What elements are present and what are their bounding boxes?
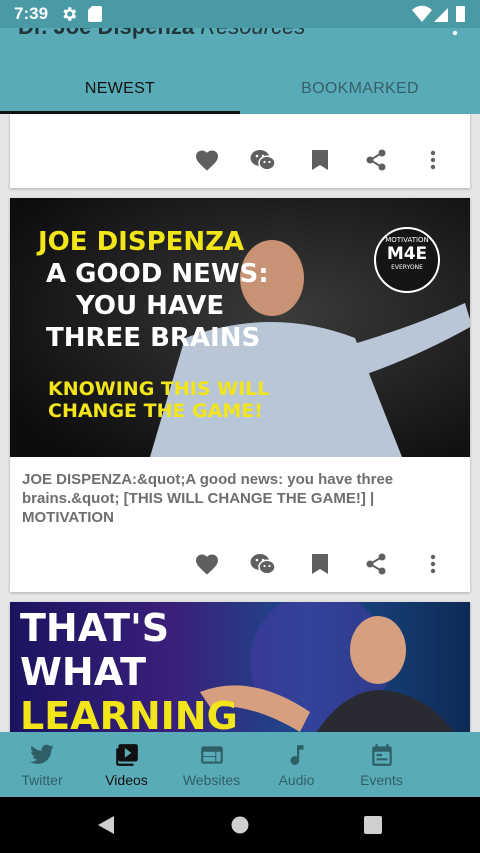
sd-card-icon <box>88 6 102 22</box>
bookmark-icon <box>312 150 328 170</box>
thumbnail-text: JOE DISPENZA A GOOD NEWS: YOU HAVE THREE… <box>38 226 269 422</box>
back-icon[interactable] <box>96 815 116 835</box>
bookmark-button[interactable] <box>306 146 334 174</box>
more-vert-icon <box>430 150 436 170</box>
like-button[interactable] <box>193 550 221 578</box>
channel-badge: MOTIVATION M4E EVERYONE <box>375 236 439 271</box>
wifi-icon <box>412 5 432 22</box>
nav-audio-label: Audio <box>278 772 315 788</box>
nav-twitter-label: Twitter <box>21 772 63 788</box>
nav-websites[interactable]: Websites <box>169 732 254 797</box>
share-button[interactable] <box>362 550 390 578</box>
tab-bookmarked[interactable]: BOOKMARKED <box>240 66 480 112</box>
web-icon <box>200 746 223 764</box>
share-icon <box>366 553 386 575</box>
share-icon <box>366 149 386 171</box>
tab-bar: NEWEST BOOKMARKED <box>0 66 480 114</box>
more-vert-icon <box>430 554 436 574</box>
thumbnail-line: KNOWING THIS WILL <box>48 378 270 400</box>
thumbnail-line: A GOOD NEWS: <box>46 259 269 289</box>
tab-bookmarked-label: BOOKMARKED <box>301 80 419 97</box>
video-library-icon <box>115 744 138 766</box>
card-more-button[interactable] <box>419 550 447 578</box>
thumbnail-line: CHANGE THE GAME! <box>48 400 263 422</box>
heart-icon <box>196 150 218 171</box>
app-bar: Dr. Joe Dispenza Resources NEWEST BOOKMA… <box>0 28 480 114</box>
app-title-suffix: Resources <box>194 28 305 39</box>
thumbnail-line: JOE DISPENZA <box>38 227 245 257</box>
nav-videos-label: Videos <box>105 772 148 788</box>
like-button[interactable] <box>193 146 221 174</box>
wechat-share-button[interactable] <box>249 550 277 578</box>
battery-icon <box>456 6 465 22</box>
app-title-main: Dr. Joe Dispenza <box>18 28 194 39</box>
system-navigation-bar <box>0 797 480 853</box>
nav-videos[interactable]: Videos <box>84 732 169 797</box>
heart-icon <box>196 554 218 575</box>
calendar-icon <box>371 744 392 766</box>
badge-bottom: EVERYONE <box>391 264 423 271</box>
share-button[interactable] <box>362 146 390 174</box>
bottom-navigation: Twitter Videos Websites Audio Events <box>0 732 480 797</box>
settings-gear-icon <box>63 7 77 21</box>
thumbnail-line: THREE BRAINS <box>46 323 261 353</box>
thumbnail-line: LEARNING <box>20 694 238 732</box>
nav-websites-label: Websites <box>182 772 241 788</box>
nav-events[interactable]: Events <box>339 732 424 797</box>
video-card[interactable]: JOE DISPENZA A GOOD NEWS: YOU HAVE THREE… <box>10 198 470 592</box>
video-thumbnail[interactable]: JOE DISPENZA A GOOD NEWS: YOU HAVE THREE… <box>10 198 470 457</box>
signal-icon <box>434 8 448 22</box>
bookmark-icon <box>312 554 328 574</box>
wechat-share-button[interactable] <box>249 146 277 174</box>
status-time: 7:39 <box>14 4 49 23</box>
thumbnail-line: WHAT <box>20 650 147 694</box>
nav-events-label: Events <box>360 772 403 788</box>
wechat-icon <box>250 150 276 171</box>
badge-top: MOTIVATION <box>385 236 429 244</box>
recents-icon[interactable] <box>363 815 383 835</box>
app-title: Dr. Joe Dispenza Resources <box>18 28 305 40</box>
card-actions <box>10 132 470 188</box>
home-icon[interactable] <box>230 815 250 835</box>
video-title[interactable]: JOE DISPENZA:&quot;A good news: you have… <box>22 470 422 527</box>
badge-main: M4E <box>386 244 428 264</box>
system-status-icons <box>412 5 465 22</box>
wechat-icon <box>250 554 276 575</box>
thumbnail-line: THAT'S <box>20 606 170 650</box>
video-list[interactable]: JOE DISPENZA A GOOD NEWS: YOU HAVE THREE… <box>0 114 480 732</box>
nav-twitter[interactable]: Twitter <box>0 732 84 797</box>
bookmark-button[interactable] <box>306 550 334 578</box>
video-thumbnail[interactable]: THAT'S WHAT LEARNING <box>10 602 470 732</box>
more-options-icon[interactable] <box>452 28 458 36</box>
tab-newest[interactable]: NEWEST <box>0 66 240 114</box>
card-actions <box>10 536 470 592</box>
music-note-icon <box>290 745 303 765</box>
status-bar: 7:39 <box>0 0 480 28</box>
twitter-icon <box>30 744 54 764</box>
nav-audio[interactable]: Audio <box>254 732 339 797</box>
video-card[interactable]: THAT'S WHAT LEARNING <box>10 602 470 732</box>
card-more-button[interactable] <box>419 146 447 174</box>
tab-newest-label: NEWEST <box>84 80 156 97</box>
thumbnail-line: YOU HAVE <box>76 291 225 321</box>
video-card <box>10 114 470 188</box>
